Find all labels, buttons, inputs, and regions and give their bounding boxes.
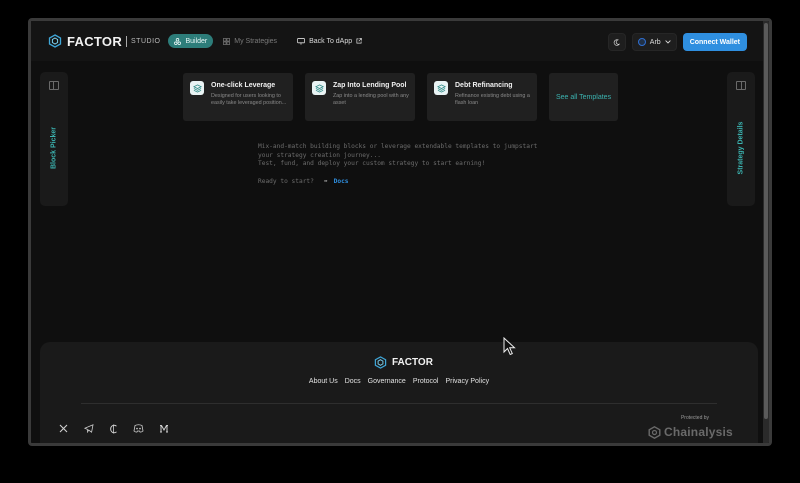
factor-hex-icon — [374, 356, 387, 369]
chainalysis-name: Chainalysis — [664, 425, 733, 439]
nav-back-to-dapp-button[interactable]: Back To dApp — [291, 34, 368, 48]
network-label: Arb — [649, 38, 661, 46]
panel-right-icon[interactable] — [736, 81, 746, 90]
browser-window: FACTOR STUDIO Builder My Strategies Back… — [28, 18, 772, 446]
social-links — [58, 423, 183, 434]
app-root: FACTOR STUDIO Builder My Strategies Back… — [31, 21, 769, 443]
chainalysis-icon — [648, 425, 661, 439]
nav-builder-button[interactable]: Builder — [168, 34, 214, 48]
moon-icon — [614, 38, 621, 46]
template-card-zap-into-lending-pool[interactable]: Zap Into Lending Pool Zap into a lending… — [305, 73, 415, 121]
discord-icon[interactable] — [133, 423, 144, 434]
factor-logo[interactable]: FACTOR STUDIO — [48, 34, 160, 49]
template-title: Zap Into Lending Pool — [333, 82, 407, 89]
block-picker-label: Block Picker — [50, 126, 58, 170]
arrow-right-icon: ➡ — [323, 178, 328, 185]
chevron-down-icon — [664, 40, 671, 44]
strategy-details-label: Strategy Details — [737, 121, 745, 175]
intro-line: your strategy creation journey... — [258, 151, 381, 159]
docs-link[interactable]: Docs — [334, 178, 349, 185]
protected-by-label: Protected by — [680, 415, 710, 421]
template-card-debt-refinancing[interactable]: Debt Refinancing Refinance existing debt… — [427, 73, 537, 121]
intro-line: Test, fund, and deploy your custom strat… — [258, 160, 486, 168]
coingecko-icon[interactable] — [108, 423, 119, 434]
footer-divider — [81, 403, 717, 404]
template-stack-icon — [190, 81, 204, 95]
template-stack-icon — [312, 81, 326, 95]
scrollbar-thumb[interactable] — [764, 23, 768, 419]
factor-hex-icon — [48, 34, 62, 48]
footer-link-docs[interactable]: Docs — [345, 378, 361, 385]
intro-text: Mix-and-match building blocks or leverag… — [258, 143, 537, 169]
header-right-tools: Arb Connect Wallet — [607, 33, 747, 51]
template-card-one-click-leverage[interactable]: One-click Leverage Designed for users lo… — [183, 73, 293, 121]
template-title: One-click Leverage — [211, 82, 276, 89]
footer-link-protocol[interactable]: Protocol — [413, 378, 439, 385]
monitor-icon — [297, 37, 305, 45]
footer-link-governance[interactable]: Governance — [368, 378, 406, 385]
theme-toggle-button[interactable] — [607, 33, 626, 51]
chainalysis-logo[interactable]: Chainalysis — [648, 425, 733, 439]
medium-icon[interactable] — [158, 423, 169, 434]
mouse-cursor-icon — [503, 337, 516, 356]
grid-icon — [223, 37, 231, 45]
nav-builder-label: Builder — [185, 37, 208, 45]
connect-wallet-button[interactable]: Connect Wallet — [682, 33, 747, 51]
window-scrollbar[interactable] — [763, 21, 769, 443]
template-description: Zap into a lending pool with any asset — [333, 93, 409, 106]
nav-back-to-dapp-label: Back To dApp — [309, 37, 353, 45]
network-selector[interactable]: Arb — [631, 33, 677, 51]
ready-row: Ready to start? ➡ Docs — [258, 178, 349, 185]
top-navbar: FACTOR STUDIO Builder My Strategies Back… — [31, 21, 769, 61]
footer-brand-name: FACTOR — [392, 357, 433, 368]
nav-my-strategies-button[interactable]: My Strategies — [217, 34, 283, 48]
footer-links: About Us Docs Governance Protocol Privac… — [40, 378, 758, 385]
arbitrum-icon — [637, 38, 646, 46]
footer-link-about-us[interactable]: About Us — [309, 378, 338, 385]
panel-left-icon[interactable] — [49, 81, 59, 90]
x-icon[interactable] — [58, 423, 69, 434]
nav-my-strategies-label: My Strategies — [234, 37, 278, 45]
see-all-templates-label: See all Templates — [555, 93, 612, 101]
template-stack-icon — [434, 81, 448, 95]
strategy-details-panel[interactable]: Strategy Details — [727, 72, 755, 206]
see-all-templates-button[interactable]: See all Templates — [549, 73, 618, 121]
template-description: Designed for users looking to easily tak… — [211, 93, 287, 106]
brand-divider — [126, 35, 128, 47]
external-link-icon — [356, 38, 362, 44]
template-title: Debt Refinancing — [455, 82, 513, 89]
ready-text: Ready to start? — [258, 178, 314, 185]
builder-icon — [174, 37, 182, 45]
brand-name: FACTOR — [67, 33, 123, 49]
block-picker-panel[interactable]: Block Picker — [40, 72, 68, 206]
intro-line: Mix-and-match building blocks or leverag… — [258, 143, 538, 150]
footer-logo[interactable]: FACTOR — [374, 356, 433, 369]
footer-link-privacy-policy[interactable]: Privacy Policy — [446, 378, 490, 385]
template-description: Refinance existing debt using a flash lo… — [455, 93, 530, 106]
template-cards: One-click Leverage Designed for users lo… — [183, 73, 630, 121]
brand-studio: STUDIO — [131, 37, 161, 45]
footer: FACTOR About Us Docs Governance Protocol… — [40, 342, 758, 443]
telegram-icon[interactable] — [83, 423, 94, 434]
